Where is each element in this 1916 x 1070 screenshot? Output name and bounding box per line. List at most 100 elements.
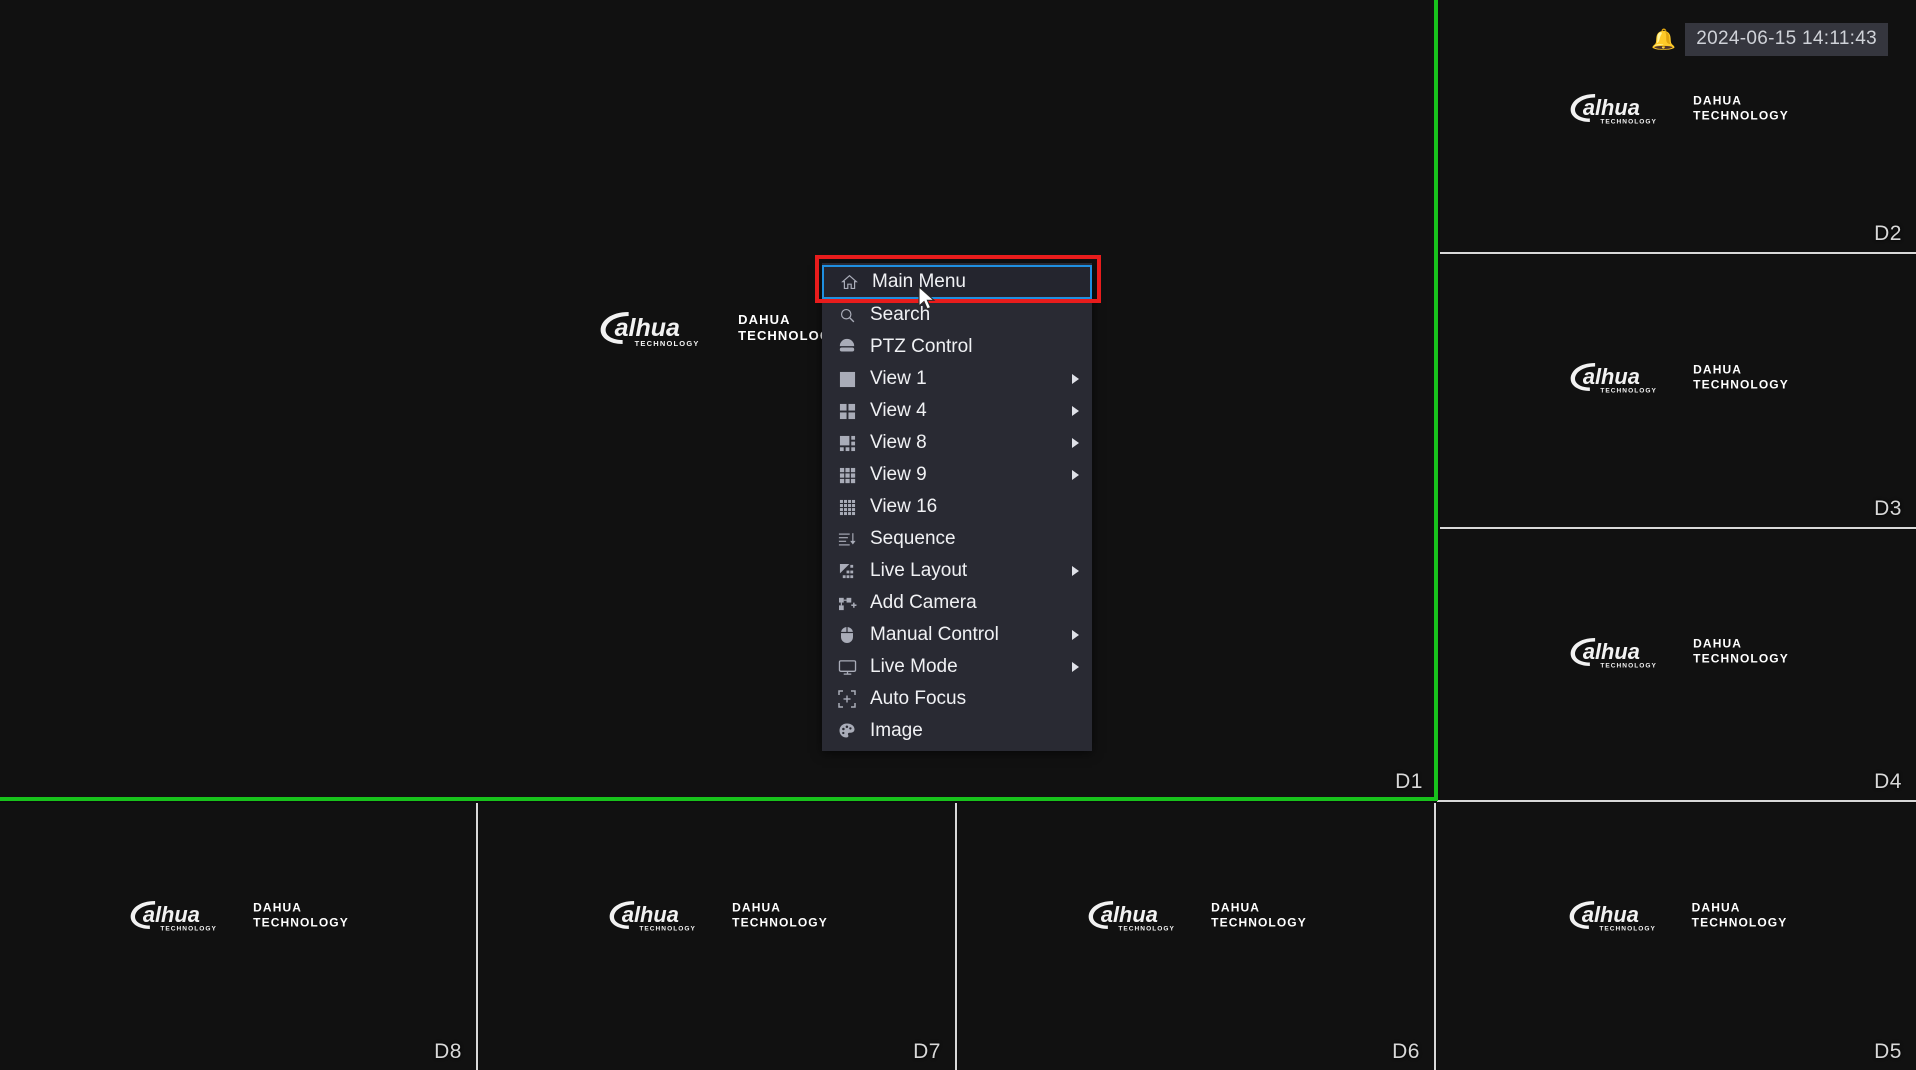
menu-item-label: Manual Control bbox=[870, 623, 999, 645]
svg-text:alhua: alhua bbox=[1583, 364, 1640, 389]
video-pane-d7[interactable]: alhua TECHNOLOGY DAHUA TECHNOLOGY D7 bbox=[479, 803, 955, 1070]
menu-item-live-layout[interactable]: Live Layout bbox=[822, 555, 1092, 587]
dahua-wordmark-icon: alhua TECHNOLOGY bbox=[1570, 94, 1656, 126]
chevron-right-icon bbox=[1072, 566, 1079, 576]
pane-label-d2: D2 bbox=[1874, 222, 1902, 245]
svg-text:alhua: alhua bbox=[1101, 902, 1158, 927]
pane-label-d4: D4 bbox=[1874, 770, 1902, 793]
selected-pane-border-right bbox=[1434, 0, 1438, 800]
menu-item-ptz-control[interactable]: PTZ Control bbox=[822, 331, 1092, 363]
menu-item-image[interactable]: Image bbox=[822, 715, 1092, 747]
brand-name-line1: DAHUA bbox=[732, 900, 782, 915]
brand-name-line1: DAHUA bbox=[1693, 362, 1743, 377]
menu-item-add-camera[interactable]: Add Camera bbox=[822, 587, 1092, 619]
auto-focus-icon bbox=[834, 689, 860, 709]
menu-item-view-9[interactable]: View 9 bbox=[822, 459, 1092, 491]
menu-item-label: View 8 bbox=[870, 431, 927, 453]
menu-item-view-16[interactable]: View 16 bbox=[822, 491, 1092, 523]
dahua-wordmark-icon: alhua TECHNOLOGY bbox=[1569, 901, 1656, 933]
pane-separator bbox=[955, 803, 957, 1070]
svg-text:TECHNOLOGY: TECHNOLOGY bbox=[634, 339, 699, 348]
osd-timestamp: 2024-06-15 14:11:43 bbox=[1685, 23, 1888, 56]
menu-item-sequence[interactable]: Sequence bbox=[822, 523, 1092, 555]
brand-name-line2: TECHNOLOGY bbox=[1693, 108, 1789, 123]
brand-name-line1: DAHUA bbox=[1693, 93, 1743, 108]
brand-name-line1: DAHUA bbox=[1691, 900, 1741, 915]
pane-separator bbox=[476, 803, 478, 1070]
grid-16-icon bbox=[834, 497, 860, 517]
chevron-right-icon bbox=[1072, 470, 1079, 480]
home-icon bbox=[836, 272, 862, 292]
dahua-wordmark-icon: alhua TECHNOLOGY bbox=[130, 901, 216, 933]
menu-item-view-4[interactable]: View 4 bbox=[822, 395, 1092, 427]
dahua-logo: alhua TECHNOLOGY DAHUA TECHNOLOGY bbox=[596, 308, 841, 348]
menu-item-view-1[interactable]: View 1 bbox=[822, 363, 1092, 395]
menu-item-main-menu[interactable]: Main Menu bbox=[822, 265, 1092, 299]
menu-item-label: Live Layout bbox=[870, 559, 968, 581]
chevron-right-icon bbox=[1072, 662, 1079, 672]
dahua-wordmark-icon: alhua TECHNOLOGY bbox=[1570, 637, 1656, 669]
video-pane-d3[interactable]: alhua TECHNOLOGY DAHUA TECHNOLOGY D3 bbox=[1440, 255, 1916, 527]
brand-name-line1: DAHUA bbox=[1693, 636, 1743, 651]
search-icon bbox=[834, 305, 860, 325]
dahua-wordmark-icon: alhua TECHNOLOGY bbox=[1088, 901, 1175, 933]
menu-item-label: View 9 bbox=[870, 463, 927, 485]
menu-item-auto-focus[interactable]: Auto Focus bbox=[822, 683, 1092, 715]
svg-text:alhua: alhua bbox=[1583, 95, 1640, 120]
brand-name-line1: DAHUA bbox=[253, 900, 303, 915]
pane-label-d3: D3 bbox=[1874, 497, 1902, 520]
dahua-wordmark-icon: alhua TECHNOLOGY bbox=[1570, 363, 1657, 395]
brand-name-line2: TECHNOLOGY bbox=[732, 915, 828, 930]
menu-item-label: Image bbox=[870, 719, 923, 741]
svg-text:TECHNOLOGY: TECHNOLOGY bbox=[1599, 926, 1656, 933]
pane-label-d7: D7 bbox=[913, 1040, 941, 1063]
sequence-icon bbox=[834, 529, 860, 549]
pane-separator bbox=[1440, 252, 1916, 254]
brand-name-line2: TECHNOLOGY bbox=[1211, 915, 1307, 930]
grid-1-icon bbox=[834, 369, 860, 389]
menu-item-label: PTZ Control bbox=[870, 335, 973, 357]
dahua-wordmark-icon: alhua TECHNOLOGY bbox=[609, 901, 695, 933]
chevron-right-icon bbox=[1072, 374, 1079, 384]
pane-separator bbox=[1437, 800, 1916, 802]
pane-label-d8: D8 bbox=[434, 1040, 462, 1063]
mouse-icon bbox=[834, 625, 860, 645]
menu-item-search[interactable]: Search bbox=[822, 299, 1092, 331]
menu-item-label: Sequence bbox=[870, 527, 956, 549]
video-pane-d6[interactable]: alhua TECHNOLOGY DAHUA TECHNOLOGY D6 bbox=[958, 803, 1434, 1070]
brand-name-line2: TECHNOLOGY bbox=[253, 915, 349, 930]
menu-item-live-mode[interactable]: Live Mode bbox=[822, 651, 1092, 683]
menu-item-manual-control[interactable]: Manual Control bbox=[822, 619, 1092, 651]
video-pane-d8[interactable]: alhua TECHNOLOGY DAHUA TECHNOLOGY D8 bbox=[0, 803, 476, 1070]
pane-separator bbox=[1440, 527, 1916, 529]
svg-text:TECHNOLOGY: TECHNOLOGY bbox=[1118, 926, 1175, 933]
selected-pane-border-bottom bbox=[0, 797, 1438, 801]
svg-text:alhua: alhua bbox=[622, 902, 679, 927]
grid-4-icon bbox=[834, 401, 860, 421]
video-pane-d4[interactable]: alhua TECHNOLOGY DAHUA TECHNOLOGY D4 bbox=[1440, 530, 1916, 800]
svg-text:TECHNOLOGY: TECHNOLOGY bbox=[1600, 388, 1657, 395]
mouse-cursor bbox=[918, 285, 938, 319]
dome-camera-icon bbox=[834, 337, 860, 357]
svg-text:alhua: alhua bbox=[1581, 902, 1638, 927]
brand-name-line1: DAHUA bbox=[1211, 900, 1261, 915]
svg-text:alhua: alhua bbox=[143, 902, 200, 927]
menu-item-label: View 4 bbox=[870, 399, 927, 421]
svg-text:alhua: alhua bbox=[1583, 638, 1640, 663]
menu-item-view-8[interactable]: View 8 bbox=[822, 427, 1092, 459]
menu-item-label: Auto Focus bbox=[870, 687, 967, 709]
video-pane-d5[interactable]: alhua TECHNOLOGY DAHUA TECHNOLOGY D5 bbox=[1437, 803, 1916, 1070]
brand-name-line2: TECHNOLOGY bbox=[1693, 651, 1789, 666]
brand-name-line2: TECHNOLOGY bbox=[1691, 915, 1788, 930]
chevron-right-icon bbox=[1072, 630, 1079, 640]
grid-9-icon bbox=[834, 465, 860, 485]
video-pane-d1[interactable]: alhua TECHNOLOGY DAHUA TECHNOLOGY D1 bbox=[0, 0, 1437, 800]
right-click-context-menu[interactable]: Main Menu Search PTZ Control View 1 View… bbox=[822, 263, 1092, 751]
grid-8-icon bbox=[834, 433, 860, 453]
dahua-wordmark-icon: alhua TECHNOLOGY bbox=[600, 312, 699, 348]
nvr-live-view-screen: alhua TECHNOLOGY DAHUA TECHNOLOGY D1 alh… bbox=[0, 0, 1916, 1070]
bell-icon: 🔔 bbox=[1651, 28, 1677, 51]
brand-name-line2: TECHNOLOGY bbox=[1693, 377, 1789, 392]
add-camera-icon bbox=[834, 593, 860, 613]
pane-label-d6: D6 bbox=[1392, 1040, 1420, 1063]
